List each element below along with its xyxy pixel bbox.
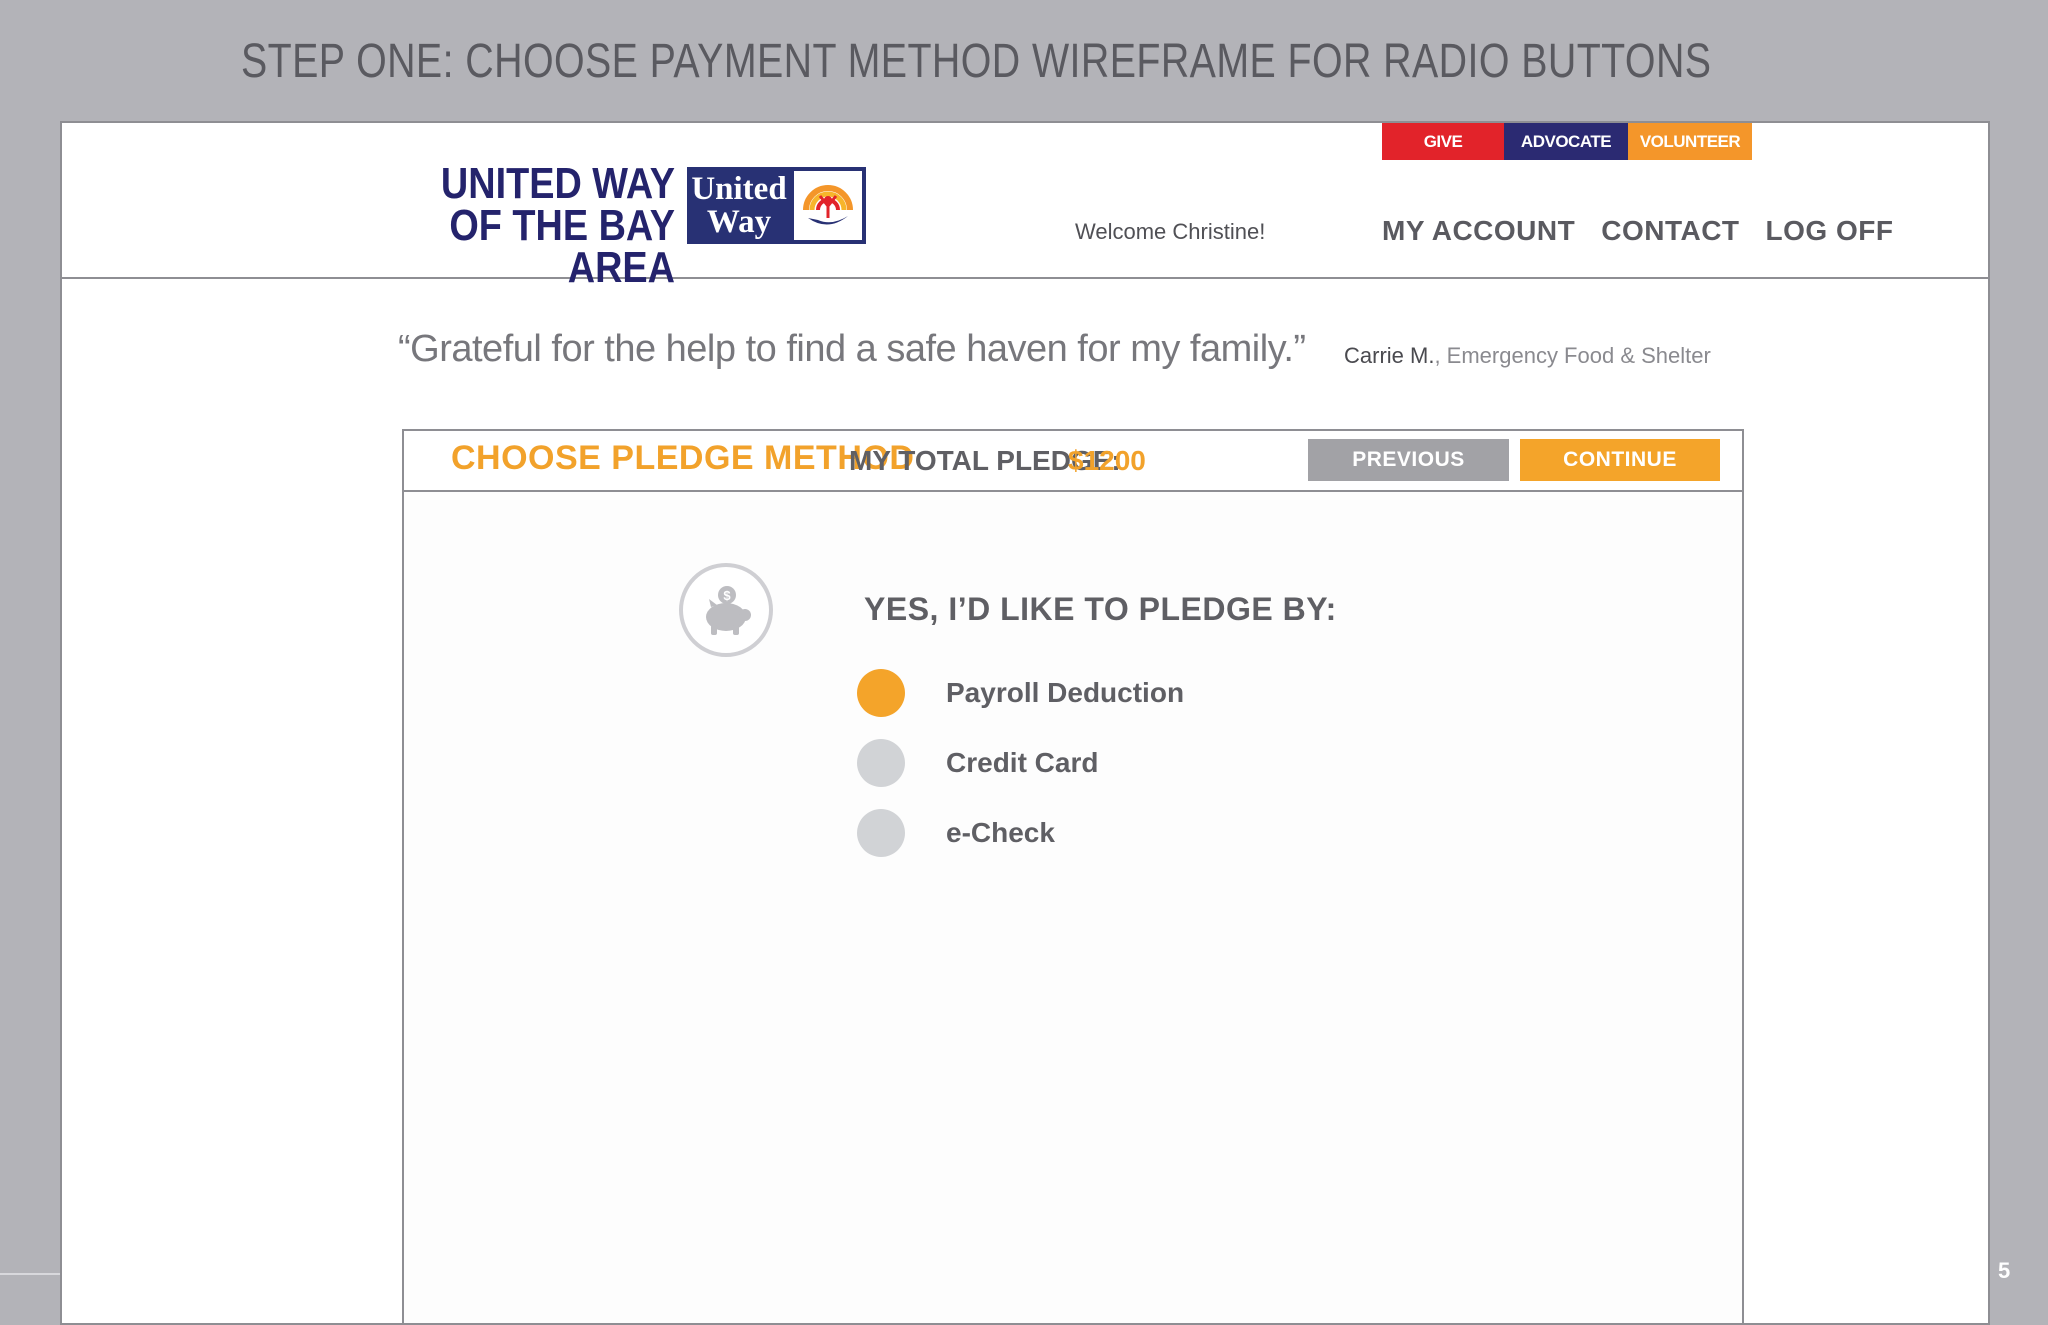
testimonial-name: Carrie M. xyxy=(1344,343,1435,368)
continue-button[interactable]: CONTINUE xyxy=(1520,439,1720,481)
radio-e-check[interactable] xyxy=(857,809,905,857)
page-number: 5 xyxy=(1998,1258,2011,1283)
log-off-link[interactable]: LOG OFF xyxy=(1766,215,1894,247)
logo-box-line-1: United xyxy=(691,170,787,207)
site-header: UNITED WAY OF THE BAY AREA United Way GI… xyxy=(62,123,1988,290)
tab-advocate[interactable]: ADVOCATE xyxy=(1504,123,1628,160)
united-way-logo[interactable]: United Way xyxy=(687,167,866,244)
logo-box-text: United Way xyxy=(687,170,791,240)
wireframe-page: UNITED WAY OF THE BAY AREA United Way GI… xyxy=(60,121,1990,1325)
piggy-bank-icon: $ xyxy=(679,563,773,657)
previous-button[interactable]: PREVIOUS xyxy=(1308,439,1509,481)
united-way-emblem-icon xyxy=(794,171,862,240)
account-nav: MY ACCOUNT CONTACT LOG OFF xyxy=(1382,215,1893,247)
pledge-heading: YES, I’D LIKE TO PLEDGE BY: xyxy=(864,591,1337,627)
tab-give[interactable]: GIVE xyxy=(1382,123,1504,160)
slide-divider xyxy=(0,1273,62,1275)
option-label: Credit Card xyxy=(946,747,1099,778)
option-payroll-deduction[interactable]: Payroll Deduction xyxy=(857,669,1184,717)
total-pledge-amount: $1200 xyxy=(1068,445,1146,476)
svg-text:$: $ xyxy=(723,588,731,603)
option-e-check[interactable]: e-Check xyxy=(857,809,1055,857)
radio-payroll-deduction[interactable] xyxy=(857,669,905,717)
welcome-message: Welcome Christine! xyxy=(1075,219,1266,244)
testimonial-program: , Emergency Food & Shelter xyxy=(1434,343,1711,368)
option-credit-card[interactable]: Credit Card xyxy=(857,739,1098,787)
top-tabs: GIVE ADVOCATE VOLUNTEER xyxy=(1382,123,1752,160)
slide-title: STEP ONE: CHOOSE PAYMENT METHOD WIREFRAM… xyxy=(241,35,1712,88)
logo-line-1: UNITED WAY xyxy=(440,159,675,208)
logo-wordmark[interactable]: UNITED WAY OF THE BAY AREA xyxy=(426,159,675,292)
option-label: e-Check xyxy=(946,817,1055,848)
pledge-method-panel: CHOOSE PLEDGE METHOD MY TOTAL PLEDGE: $1… xyxy=(402,429,1744,1325)
radio-credit-card[interactable] xyxy=(857,739,905,787)
logo-box-line-2: Way xyxy=(706,203,772,240)
testimonial-quote: “Grateful for the help to find a safe ha… xyxy=(398,328,1306,370)
option-label: Payroll Deduction xyxy=(946,677,1185,708)
testimonial-attribution: Carrie M., Emergency Food & Shelter xyxy=(1344,343,1711,369)
panel-title: CHOOSE PLEDGE METHOD xyxy=(451,439,915,477)
my-account-link[interactable]: MY ACCOUNT xyxy=(1382,215,1575,247)
logo-line-2: OF THE BAY AREA xyxy=(449,201,675,292)
panel-header: CHOOSE PLEDGE METHOD MY TOTAL PLEDGE: $1… xyxy=(404,431,1742,492)
tab-volunteer[interactable]: VOLUNTEER xyxy=(1628,123,1752,160)
contact-link[interactable]: CONTACT xyxy=(1601,215,1739,247)
